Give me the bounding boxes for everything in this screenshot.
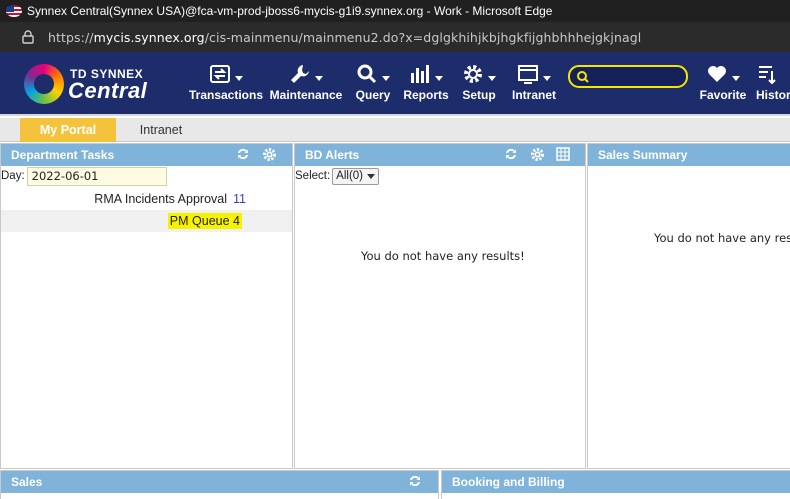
nav-label: Favorite [699,88,747,102]
chevron-down-icon [235,75,243,81]
bar-chart-icon [411,65,429,83]
refresh-icon[interactable] [503,146,519,162]
alerts-filter-select[interactable]: All(0) [332,167,380,185]
app-header: TD SYNNEX Central Transactions Maintenan… [0,52,790,116]
task-count[interactable]: 11 [233,192,246,206]
heart-icon [708,66,726,82]
refresh-icon[interactable] [407,473,423,489]
select-label: Select: [295,170,331,182]
us-flag-icon [6,5,22,17]
panel-title: Department Tasks [11,148,115,162]
chevron-down-icon [435,75,443,81]
nav-label: Maintenance [269,88,343,102]
booking-billing-panel: Booking and Billing [441,470,790,499]
window-title: Synnex Central(Synnex USA)@fca-vm-prod-j… [27,4,553,18]
day-label: Day: [1,170,25,182]
task-row-pm-queue[interactable]: PM Queue 4 [1,210,292,232]
logo-ring-icon [24,64,64,104]
header-search-input[interactable] [568,65,688,88]
chevron-down-icon [488,75,496,81]
panel-header: Sales [1,471,438,493]
task-label[interactable]: RMA Incidents Approval [94,192,227,206]
chevron-down-icon [382,75,390,81]
highlighted-task[interactable]: PM Queue 4 [167,213,242,229]
refresh-icon[interactable] [235,146,251,162]
nav-label: Setup [462,88,496,102]
url-scheme: https:// [48,29,94,45]
gear-icon[interactable] [261,146,277,162]
nav-maintenance[interactable]: Maintenance [270,52,342,116]
task-row-rma[interactable]: RMA Incidents Approval 11 [1,188,292,210]
panel-header: Department Tasks [1,144,292,166]
logo-line2: Central [68,78,148,103]
nav-transactions[interactable]: Transactions [188,52,264,116]
gear-icon [464,65,482,83]
nav-label: Intranet [511,88,556,102]
panel-title: Sales Summary [598,148,688,162]
panel-header: Booking and Billing [442,471,790,493]
bd-alerts-panel: BD Alerts Select: All(0) You do not have… [294,143,586,469]
chevron-down-icon [367,173,376,179]
window-icon [518,65,538,84]
nav-query[interactable]: Query [348,52,398,116]
chevron-down-icon [732,75,740,81]
panel-title: Booking and Billing [452,475,565,489]
chevron-down-icon [543,75,551,81]
url-path: /cis-mainmenu/mainmenu2.do?x=dglgkhihjkb… [204,29,642,45]
day-field[interactable]: 2022-06-01 [26,166,167,186]
nav-label: Transactions [188,88,264,102]
empty-results-text: You do not have any resu [654,231,790,245]
day-row: Day: 2022-06-01 [1,166,292,186]
task-count: 4 [233,214,240,228]
nav-label: History [756,88,790,102]
url-domain: mycis.synnex.org [93,29,205,45]
td-synnex-central-logo[interactable]: TD SYNNEX Central [24,62,184,106]
chevron-down-icon [315,75,323,81]
grid-export-icon[interactable] [555,146,571,162]
select-value: All(0) [336,170,364,182]
search-icon [577,71,589,83]
empty-results-text: You do not have any results! [361,249,525,263]
nav-label: Query [355,88,391,102]
tab-intranet[interactable]: Intranet [116,118,206,142]
task-label: PM Queue [169,214,230,228]
panel-header: BD Alerts [295,144,585,166]
tab-my-portal[interactable]: My Portal [20,118,116,142]
panel-title: Sales [11,475,43,489]
lock-icon[interactable] [18,30,38,44]
nav-label: Reports [403,88,449,102]
url-text[interactable]: https://mycis.synnex.org/cis-mainmenu/ma… [48,30,641,45]
portal-tabs: My Portal Intranet [0,118,790,142]
history-icon [759,66,776,85]
nav-setup[interactable]: Setup [456,52,502,116]
panel-title: BD Alerts [305,148,360,162]
department-tasks-panel: Department Tasks Day: 2022-06-01 RMA Inc… [0,143,293,469]
search-icon [357,64,377,84]
wrench-icon [291,65,309,83]
nav-favorite[interactable]: Favorite [696,52,750,116]
address-bar[interactable]: https://mycis.synnex.org/cis-mainmenu/ma… [0,22,790,52]
gear-icon[interactable] [529,146,545,162]
nav-reports[interactable]: Reports [402,52,450,116]
nav-history[interactable]: History [756,52,790,116]
window-titlebar: Synnex Central(Synnex USA)@fca-vm-prod-j… [0,0,790,22]
nav-intranet[interactable]: Intranet [508,52,560,116]
select-row: Select: All(0) [295,166,585,186]
sales-panel: Sales [0,470,439,499]
panel-header: Sales Summary [588,144,790,166]
transactions-icon [210,65,230,83]
sales-summary-panel: Sales Summary You do not have any resu [587,143,790,469]
